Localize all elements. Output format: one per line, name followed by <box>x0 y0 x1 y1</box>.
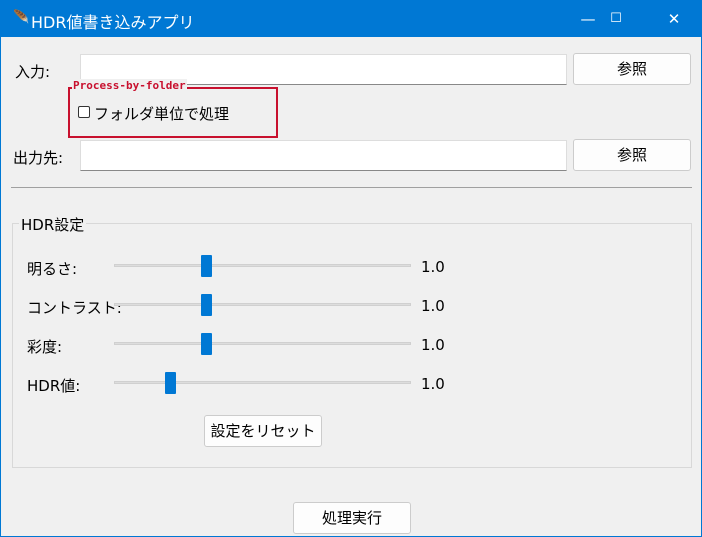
slider-value: 1.0 <box>421 375 445 393</box>
slider-value: 1.0 <box>421 297 445 315</box>
slider-thumb[interactable] <box>201 294 213 316</box>
hdr-settings-title: HDR設定 <box>19 214 87 235</box>
output-path-field[interactable] <box>80 140 567 171</box>
hdr-settings-group <box>12 223 692 468</box>
slider-track[interactable] <box>114 264 411 267</box>
output-label: 出力先: <box>13 149 64 167</box>
run-button[interactable]: 処理実行 <box>293 502 411 534</box>
output-browse-button[interactable]: 参照 <box>573 139 691 171</box>
folder-checkbox[interactable] <box>78 106 90 118</box>
separator <box>11 187 692 188</box>
slider-value: 1.0 <box>421 336 445 354</box>
input-label: 入力: <box>15 63 51 81</box>
slider-label: HDR値: <box>27 377 81 395</box>
folder-checkbox-label[interactable]: フォルダ単位で処理 <box>94 103 229 124</box>
slider-thumb[interactable] <box>165 372 177 394</box>
frame-title: Process-by-folder <box>72 79 187 92</box>
slider-thumb[interactable] <box>201 333 213 355</box>
feather-icon: 🪶 <box>13 10 30 25</box>
slider-label: コントラスト: <box>27 299 122 317</box>
slider-thumb[interactable] <box>201 255 213 277</box>
maximize-button[interactable]: ☐ <box>593 1 639 37</box>
slider-track[interactable] <box>114 381 411 384</box>
close-button[interactable]: ✕ <box>651 1 697 37</box>
slider-label: 明るさ: <box>27 260 78 278</box>
input-browse-button[interactable]: 参照 <box>573 53 691 85</box>
window-title: HDR値書き込みアプリ <box>31 13 195 32</box>
slider-value: 1.0 <box>421 258 445 276</box>
reset-settings-button[interactable]: 設定をリセット <box>204 415 322 447</box>
slider-track[interactable] <box>114 342 411 345</box>
process-by-folder-frame: Process-by-folder フォルダ単位で処理 <box>68 79 278 138</box>
title-bar: 🪶 HDR値書き込みアプリ — ☐ ✕ <box>1 1 702 37</box>
slider-track[interactable] <box>114 303 411 306</box>
slider-label: 彩度: <box>27 338 63 356</box>
